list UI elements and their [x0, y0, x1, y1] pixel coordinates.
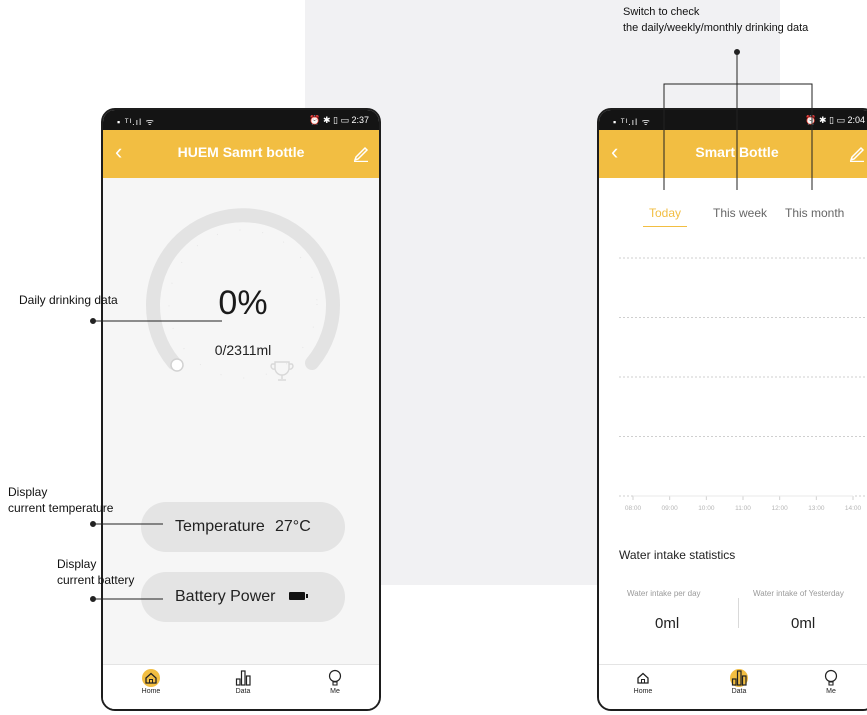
x-tick-label: 09:00 [662, 505, 679, 512]
annotation-battery: Display current battery [57, 556, 134, 588]
tab-home[interactable]: Home [613, 669, 673, 695]
signal-wifi-icons: ▪ ᵀᴵ.ıl ᯤ [613, 117, 651, 127]
x-tick-label: 14:00 [845, 505, 862, 512]
bar-chart-icon [730, 669, 748, 687]
bottom-tab-bar: Home Data Me [103, 664, 379, 709]
drinking-amount: 0/2311ml [214, 342, 272, 358]
status-time: ⏰ ✱ ▯ ▭ 2:04 [805, 115, 865, 125]
status-bar: ▪ ᵀᴵ.ıl ᯤ ⏰ ✱ ▯ ▭ 2:37 [103, 110, 379, 130]
stats-divider [738, 598, 739, 628]
x-tick-label: 08:00 [625, 505, 642, 512]
intake-chart-svg: 0123408:0009:0010:0011:0012:0013:0014:00 [619, 257, 865, 512]
annotation-battery-line1: Display [57, 557, 97, 571]
daily-drinking-gauge: 0% 0/2311ml [117, 178, 369, 428]
tab-today[interactable]: Today [642, 206, 688, 227]
bar-chart-icon [235, 670, 251, 686]
app-header: ‹ Smart Bottle [599, 130, 867, 178]
tab-me-label: Me [330, 688, 340, 695]
tab-this-month[interactable]: This month [785, 206, 844, 220]
tab-me[interactable]: Me [801, 669, 861, 695]
x-tick-label: 12:00 [772, 505, 789, 512]
app-header: ‹ HUEM Samrt bottle [103, 130, 379, 178]
annotation-temperature-line1: Display [8, 485, 48, 499]
temperature-value: 27°C [275, 518, 311, 535]
status-bar: ▪ ᵀᴵ.ıl ᯤ ⏰ ✱ ▯ ▭ 2:04 [599, 110, 867, 130]
trophy-icon [270, 361, 294, 381]
tab-data[interactable]: Data [709, 669, 769, 695]
tab-me-label: Me [826, 688, 836, 695]
annotation-daily-drinking: Daily drinking data [19, 293, 118, 307]
tab-data-label: Data [731, 688, 747, 695]
tab-this-week[interactable]: This week [713, 206, 767, 220]
home-body: 0% 0/2311ml Temperature 27°C Battery Pow… [103, 178, 379, 709]
tab-home-label: Home [141, 688, 161, 695]
annotation-battery-line2: current battery [57, 573, 135, 587]
data-body: Today This week This month 0123408:0009:… [599, 178, 867, 709]
drinking-percent: 0% [218, 284, 268, 322]
yesterday-value: 0ml [791, 615, 816, 632]
tab-data[interactable]: Data [213, 669, 273, 695]
battery-label: Battery Power [175, 588, 276, 605]
phone-data-screen: ▪ ᵀᴵ.ıl ᯤ ⏰ ✱ ▯ ▭ 2:04 ‹ Smart Bottle To… [597, 108, 867, 711]
page-title: HUEM Samrt bottle [177, 144, 305, 160]
edit-icon[interactable] [353, 144, 369, 162]
x-tick-label: 10:00 [698, 505, 715, 512]
signal-wifi-icons: ▪ ᵀᴵ.ıl ᯤ [117, 117, 155, 127]
temperature-pill: Temperature 27°C [141, 502, 345, 552]
annotation-switch-line2: the daily/weekly/monthly drinking data [623, 22, 809, 34]
intake-chart: 0123408:0009:0010:0011:0012:0013:0014:00 [609, 238, 867, 520]
battery-pill: Battery Power [141, 572, 345, 622]
yesterday-label: Water intake of Yesterday [753, 589, 844, 598]
range-tab-bar: Today This week This month [599, 206, 867, 232]
bottom-tab-bar: Home Data Me [599, 664, 867, 709]
gauge-start-knob [170, 358, 184, 372]
annotation-temperature: Display current temperature [8, 484, 113, 516]
stats-title: Water intake statistics [619, 548, 736, 562]
home-icon [142, 669, 160, 687]
tab-me[interactable]: Me [305, 669, 365, 695]
x-tick-label: 13:00 [808, 505, 825, 512]
status-time: ⏰ ✱ ▯ ▭ 2:37 [309, 115, 369, 125]
temperature-label: Temperature [175, 518, 265, 535]
battery-icon [289, 592, 308, 600]
annotation-temperature-line2: current temperature [8, 501, 114, 515]
page-title: Smart Bottle [695, 144, 779, 160]
edit-icon[interactable] [849, 144, 865, 162]
tab-home-label: Home [633, 688, 653, 695]
per-day-value: 0ml [655, 615, 680, 632]
per-day-label: Water intake per day [627, 589, 701, 598]
annotation-switch: Switch to check the daily/weekly/monthly… [623, 4, 808, 36]
phone-home-screen: ▪ ᵀᴵ.ıl ᯤ ⏰ ✱ ▯ ▭ 2:37 ‹ HUEM Samrt bott… [101, 108, 381, 711]
lightbulb-icon [328, 669, 342, 686]
annotation-switch-line1: Switch to check [623, 6, 700, 18]
tab-home[interactable]: Home [121, 669, 181, 695]
lightbulb-icon [824, 669, 838, 686]
x-tick-label: 11:00 [735, 505, 751, 512]
tab-data-label: Data [235, 688, 251, 695]
home-icon [637, 672, 649, 684]
